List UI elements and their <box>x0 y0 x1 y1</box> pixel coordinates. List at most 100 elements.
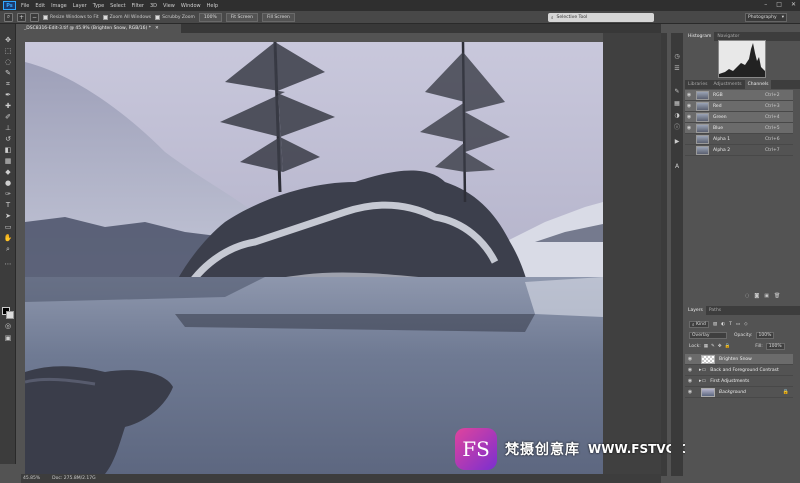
resize-windows-checkbox[interactable]: Resize Windows to Fit <box>43 14 99 20</box>
lock-all-icon[interactable]: 🔒 <box>725 344 731 349</box>
dodge-tool-icon[interactable]: ● <box>3 179 13 188</box>
document-canvas[interactable] <box>25 42 603 474</box>
glyphs-icon[interactable]: A <box>673 163 681 171</box>
tab-libraries[interactable]: Libraries <box>685 80 710 89</box>
channel-row[interactable]: ◉ Red Ctrl+3 <box>685 101 793 112</box>
layer-row[interactable]: ◉ Background 🔒 <box>685 387 793 398</box>
menu-view[interactable]: View <box>163 3 175 9</box>
eye-icon[interactable]: ◉ <box>685 125 693 131</box>
channel-row[interactable]: ◉ RGB Ctrl+2 <box>685 90 793 101</box>
new-channel-icon[interactable]: ▣ <box>764 293 769 299</box>
tab-channels[interactable]: Channels <box>744 80 772 89</box>
history-brush-icon[interactable]: ↺ <box>3 135 13 144</box>
blend-mode-dropdown[interactable]: Overlay <box>689 332 727 339</box>
zoom-all-windows-checkbox[interactable]: Zoom All Windows <box>102 14 151 20</box>
zoom-in-icon[interactable]: + <box>17 12 26 22</box>
tab-paths[interactable]: Paths <box>706 306 724 315</box>
layer-row[interactable]: ◉ ▸▭ First Adjustments <box>685 376 793 387</box>
fit-screen-button[interactable]: Fit Screen <box>225 12 258 22</box>
actions-icon[interactable]: ▶ <box>673 138 681 146</box>
properties-icon[interactable]: ☰ <box>673 65 681 73</box>
fill-screen-button[interactable]: Fill Screen <box>261 12 295 22</box>
gradient-tool-icon[interactable]: ▦ <box>3 157 13 166</box>
quick-select-tool-icon[interactable]: ✎ <box>3 69 13 78</box>
eraser-tool-icon[interactable]: ◧ <box>3 146 13 155</box>
crop-tool-icon[interactable]: ⌗ <box>3 80 13 89</box>
lasso-tool-icon[interactable]: ◌ <box>3 58 13 67</box>
more-tools-icon[interactable]: ⋯ <box>3 260 13 269</box>
path-select-tool-icon[interactable]: ➤ <box>3 212 13 221</box>
minimize-icon[interactable]: – <box>764 1 767 8</box>
zoom-level[interactable]: 45.85% <box>23 476 40 481</box>
vertical-scroll-strip[interactable] <box>661 33 667 476</box>
filter-adjust-icon[interactable]: ◐ <box>721 322 725 327</box>
eye-icon[interactable]: ◉ <box>685 356 695 362</box>
channel-row[interactable]: Alpha 1 Ctrl+6 <box>685 134 793 145</box>
search-field[interactable]: ⌕ Selective Tool <box>548 13 654 22</box>
move-tool-icon[interactable]: ✥ <box>3 36 13 45</box>
kind-filter[interactable]: ⌕ Kind <box>689 321 709 328</box>
filter-smart-icon[interactable]: ◇ <box>744 322 747 327</box>
screen-mode-icon[interactable]: ▣ <box>3 334 13 343</box>
history-icon[interactable]: ◷ <box>673 53 681 61</box>
zoom-out-icon[interactable]: − <box>30 12 39 22</box>
stamp-tool-icon[interactable]: ⊥ <box>3 124 13 133</box>
type-tool-icon[interactable]: T <box>3 201 13 210</box>
eye-icon[interactable]: ◉ <box>685 103 693 109</box>
menu-select[interactable]: Select <box>110 3 125 9</box>
menu-window[interactable]: Window <box>181 3 201 9</box>
brush-tool-icon[interactable]: ✐ <box>3 113 13 122</box>
filter-shape-icon[interactable]: ▭ <box>736 322 740 327</box>
maximize-icon[interactable]: □ <box>776 1 782 8</box>
hand-tool-icon[interactable]: ✋ <box>3 234 13 243</box>
lock-pixels-icon[interactable]: ▦ <box>704 344 708 349</box>
blur-tool-icon[interactable]: ◆ <box>3 168 13 177</box>
lock-paint-icon[interactable]: ✎ <box>711 344 715 349</box>
menu-layer[interactable]: Layer <box>73 3 87 9</box>
menu-file[interactable]: File <box>21 3 29 9</box>
document-tab[interactable]: _DSC8316-Edit-3.tif @ 45.9% (Brighten Sn… <box>21 24 181 33</box>
eye-icon[interactable]: ◉ <box>685 114 693 120</box>
healing-tool-icon[interactable]: ✚ <box>3 102 13 111</box>
menu-type[interactable]: Type <box>93 3 104 9</box>
eye-icon[interactable]: ◉ <box>685 378 695 384</box>
channel-row[interactable]: ◉ Blue Ctrl+5 <box>685 123 793 134</box>
scrubby-zoom-checkbox[interactable]: Scrubby Zoom <box>155 14 195 20</box>
eye-icon[interactable]: ◉ <box>685 389 695 395</box>
styles-icon[interactable]: ◑ <box>673 112 681 120</box>
channel-row[interactable]: Alpha 2 Ctrl+7 <box>685 145 793 156</box>
tab-layers[interactable]: Layers <box>685 306 706 315</box>
filter-type-icon[interactable]: T <box>729 322 732 327</box>
menu-edit[interactable]: Edit <box>35 3 45 9</box>
fill-input[interactable]: 100% <box>765 343 785 350</box>
tab-adjustments[interactable]: Adjustments <box>710 80 744 89</box>
shape-tool-icon[interactable]: ▭ <box>3 223 13 232</box>
close-tab-icon[interactable]: ✕ <box>155 26 159 31</box>
eye-icon[interactable]: ◉ <box>685 367 695 373</box>
background-color-swatch[interactable] <box>6 311 14 319</box>
swatches-icon[interactable]: ▦ <box>673 100 681 108</box>
zoom-tool-icon[interactable]: ⌕ <box>4 12 13 22</box>
pen-tool-icon[interactable]: ✑ <box>3 190 13 199</box>
menu-help[interactable]: Help <box>207 3 218 9</box>
eyedropper-tool-icon[interactable]: ✒ <box>3 91 13 100</box>
layer-row[interactable]: ◉ ▸▭ Back and Foreground Contrast <box>685 365 793 376</box>
opacity-input[interactable]: 100% <box>755 332 775 339</box>
eye-icon[interactable]: ◉ <box>685 92 693 98</box>
tab-histogram[interactable]: Histogram <box>685 32 715 41</box>
lock-move-icon[interactable]: ✥ <box>718 344 722 349</box>
menu-filter[interactable]: Filter <box>132 3 144 9</box>
filter-pixel-icon[interactable]: ▧ <box>713 322 717 327</box>
quick-mask-icon[interactable]: ◎ <box>3 322 13 331</box>
layer-row[interactable]: ◉ Brighten Snow <box>685 354 793 365</box>
mask-icon[interactable]: ◙ <box>754 293 759 299</box>
close-icon[interactable]: ✕ <box>791 1 796 8</box>
marquee-tool-icon[interactable]: ⬚ <box>3 47 13 56</box>
workspace-dropdown[interactable]: Photography ▾ <box>745 13 787 22</box>
dotted-circle-icon[interactable]: ◌ <box>745 293 749 299</box>
menu-image[interactable]: Image <box>51 3 67 9</box>
menu-3d[interactable]: 3D <box>150 3 157 9</box>
info-icon[interactable]: ⓘ <box>673 124 681 132</box>
zoom-100-button[interactable]: 100% <box>198 12 222 22</box>
channel-row[interactable]: ◉ Green Ctrl+4 <box>685 112 793 123</box>
